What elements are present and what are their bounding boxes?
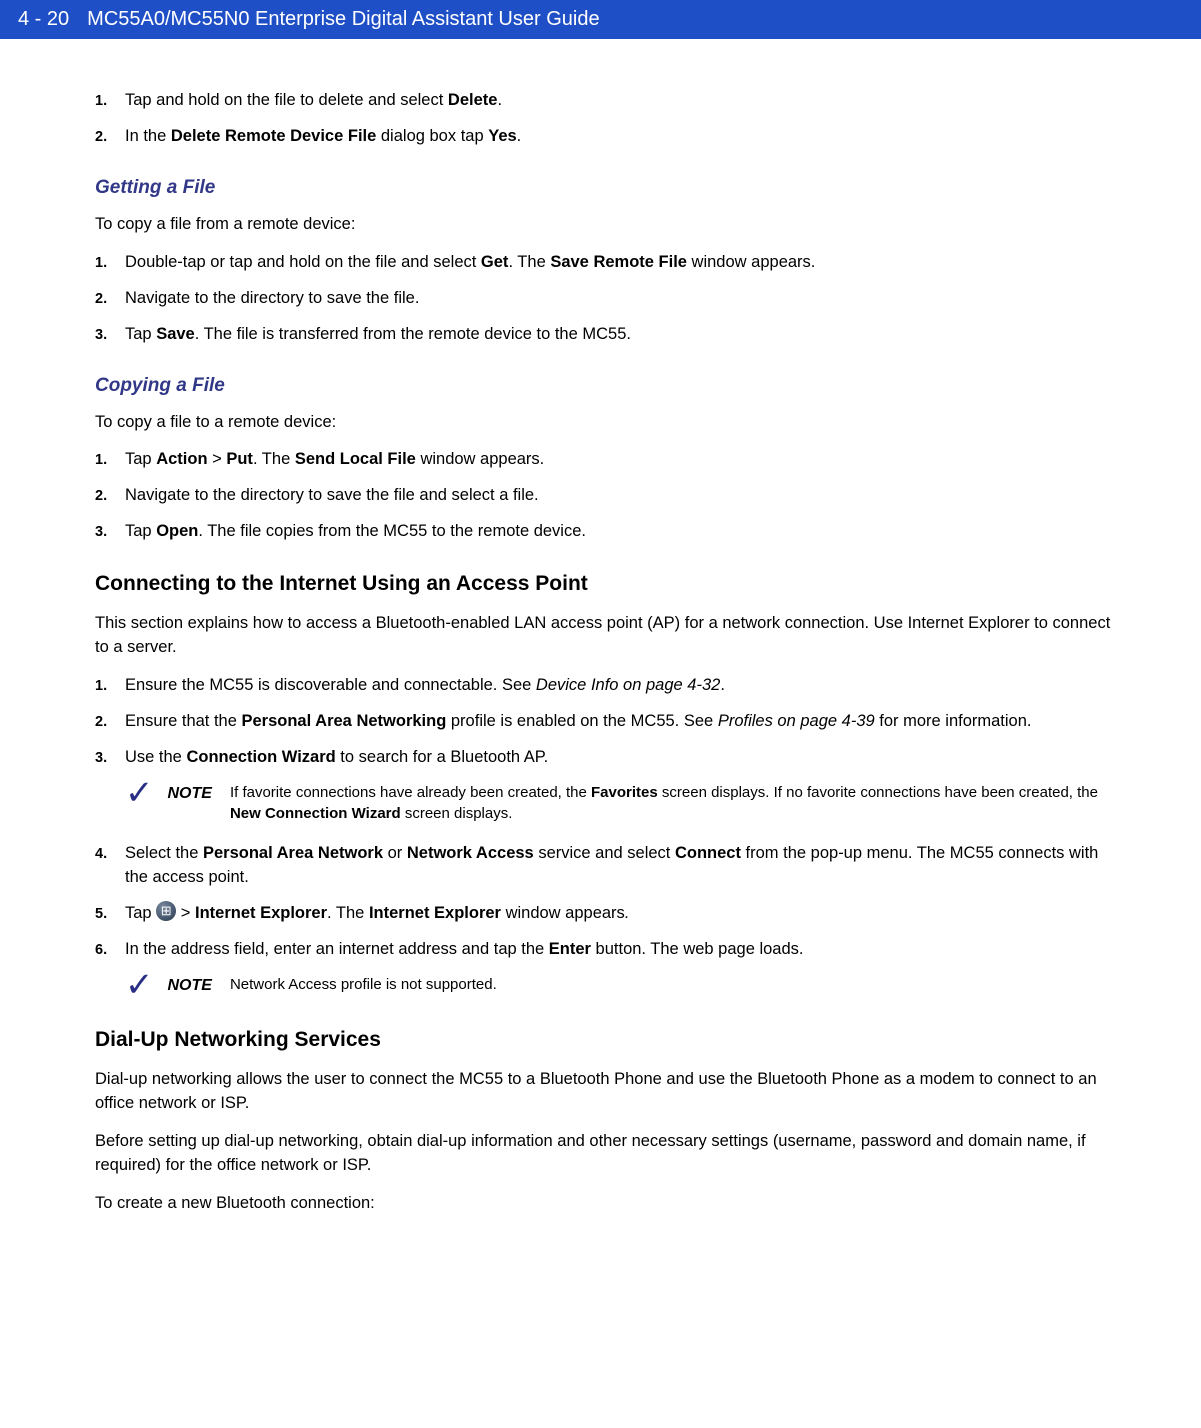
page-content: 1.Tap and hold on the file to delete and… (0, 39, 1201, 1250)
list-item: 4.Select the Personal Area Network or Ne… (95, 842, 1121, 890)
list-number: 2. (95, 486, 125, 507)
page-header: 4 - 20 MC55A0/MC55N0 Enterprise Digital … (0, 0, 1201, 39)
note: ✓NOTEIf favorite connections have alread… (125, 782, 1121, 824)
start-icon (156, 901, 176, 921)
list-text: Tap and hold on the file to delete and s… (125, 89, 1121, 113)
getting-steps: 1.Double-tap or tap and hold on the file… (95, 251, 1121, 347)
list-number: 5. (95, 904, 125, 925)
list-number: 3. (95, 325, 125, 346)
list-item: 1.Tap and hold on the file to delete and… (95, 89, 1121, 113)
list-text: Tap Action > Put. The Send Local File wi… (125, 448, 1121, 472)
list-item: 1.Tap Action > Put. The Send Local File … (95, 448, 1121, 472)
list-number: 3. (95, 522, 125, 543)
note: ✓NOTENetwork Access profile is not suppo… (125, 974, 1121, 1001)
list-number: 1. (95, 91, 125, 112)
getting-intro: To copy a file from a remote device: (95, 213, 1121, 237)
page-number: 4 - 20 (18, 8, 69, 31)
document-title: MC55A0/MC55N0 Enterprise Digital Assista… (87, 8, 599, 31)
list-text: Tap Save. The file is transferred from t… (125, 323, 1121, 347)
list-text: Ensure that the Personal Area Networking… (125, 710, 1121, 734)
dialup-para3: To create a new Bluetooth connection: (95, 1192, 1121, 1216)
list-text: In the address field, enter an internet … (125, 938, 1121, 962)
dialup-para2: Before setting up dial-up networking, ob… (95, 1130, 1121, 1178)
list-text: Tap Open. The file copies from the MC55 … (125, 520, 1121, 544)
list-text: Select the Personal Area Network or Netw… (125, 842, 1121, 890)
list-text: Double-tap or tap and hold on the file a… (125, 251, 1121, 275)
list-item: 5.Tap > Internet Explorer. The Internet … (95, 902, 1121, 926)
note-text: Network Access profile is not supported. (230, 974, 1121, 995)
list-number: 1. (95, 450, 125, 471)
heading-dialup: Dial-Up Networking Services (95, 1028, 1121, 1052)
list-item: 3.Use the Connection Wizard to search fo… (95, 746, 1121, 770)
list-item: 2.Navigate to the directory to save the … (95, 287, 1121, 311)
list-number: 2. (95, 127, 125, 148)
checkmark-icon: ✓ (125, 970, 154, 1001)
note-text: If favorite connections have already bee… (230, 782, 1121, 824)
list-number: 3. (95, 748, 125, 769)
list-number: 6. (95, 940, 125, 961)
heading-getting-file: Getting a File (95, 177, 1121, 199)
list-item: 2.Navigate to the directory to save the … (95, 484, 1121, 508)
checkmark-icon: ✓ (125, 778, 154, 809)
list-number: 4. (95, 844, 125, 865)
list-note-wrapper: ✓NOTEIf favorite connections have alread… (95, 782, 1121, 824)
list-text: Navigate to the directory to save the fi… (125, 287, 1121, 311)
list-number: 2. (95, 712, 125, 733)
note-label: NOTE (168, 782, 212, 805)
list-number: 1. (95, 253, 125, 274)
list-item: 1.Ensure the MC55 is discoverable and co… (95, 674, 1121, 698)
list-text: Tap > Internet Explorer. The Internet Ex… (125, 902, 1121, 926)
copying-steps: 1.Tap Action > Put. The Send Local File … (95, 448, 1121, 544)
list-note-wrapper: ✓NOTENetwork Access profile is not suppo… (95, 974, 1121, 1001)
dialup-para1: Dial-up networking allows the user to co… (95, 1068, 1121, 1116)
list-item: 3.Tap Save. The file is transferred from… (95, 323, 1121, 347)
list-item: 3.Tap Open. The file copies from the MC5… (95, 520, 1121, 544)
ap-steps: 1.Ensure the MC55 is discoverable and co… (95, 674, 1121, 1000)
heading-copying-file: Copying a File (95, 375, 1121, 397)
list-item: 6.In the address field, enter an interne… (95, 938, 1121, 962)
list-number: 1. (95, 676, 125, 697)
heading-connecting-ap: Connecting to the Internet Using an Acce… (95, 572, 1121, 596)
delete-steps: 1.Tap and hold on the file to delete and… (95, 89, 1121, 149)
copying-intro: To copy a file to a remote device: (95, 411, 1121, 435)
list-text: In the Delete Remote Device File dialog … (125, 125, 1121, 149)
list-text: Navigate to the directory to save the fi… (125, 484, 1121, 508)
list-item: 2.Ensure that the Personal Area Networki… (95, 710, 1121, 734)
list-item: 2.In the Delete Remote Device File dialo… (95, 125, 1121, 149)
list-item: 1.Double-tap or tap and hold on the file… (95, 251, 1121, 275)
ap-intro: This section explains how to access a Bl… (95, 612, 1121, 660)
note-label: NOTE (168, 974, 212, 997)
list-number: 2. (95, 289, 125, 310)
list-text: Use the Connection Wizard to search for … (125, 746, 1121, 770)
list-text: Ensure the MC55 is discoverable and conn… (125, 674, 1121, 698)
